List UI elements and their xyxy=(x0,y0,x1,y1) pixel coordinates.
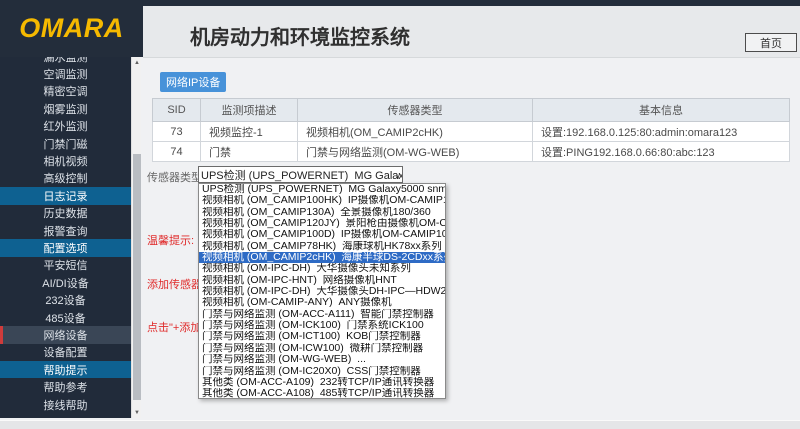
sidebar-item-device-config[interactable]: 设备配置 xyxy=(0,344,131,361)
table-cell-sensor-type: 视频相机(OM_CAMIP2cHK) xyxy=(298,122,533,142)
dropdown-option[interactable]: 门禁与网络监测 (OM-ICW100) 微耕门禁控制器 xyxy=(199,343,445,354)
sidebar-item-485-device[interactable]: 485设备 xyxy=(0,309,131,326)
dropdown-option[interactable]: 门禁与网络监测 (OM-ICK100) 门禁系统ICK100 xyxy=(199,320,445,331)
sidebar-item-advanced-control[interactable]: 高级控制 xyxy=(0,170,131,187)
sidebar-item-precision-ac[interactable]: 精密空调 xyxy=(0,83,131,100)
chevron-down-icon: ∨ xyxy=(395,171,401,180)
dropdown-option[interactable]: 视频相机 (OM_CAMIP100HK) IP摄像机OM-CAMIP100HK xyxy=(199,195,445,206)
network-ip-device-button[interactable]: 网络IP设备 xyxy=(160,72,226,92)
dropdown-option[interactable]: 门禁与网络监测 (OM-ICT100) KOB门禁控制器 xyxy=(199,331,445,342)
table-cell-sensor-type: 门禁与网络监测(OM-WG-WEB) xyxy=(298,142,533,162)
sidebar-item-safety-sms[interactable]: 平安短信 xyxy=(0,257,131,274)
table-cell-description: 视频监控-1 xyxy=(201,122,298,142)
sidebar-item-infrared[interactable]: 红外监测 xyxy=(0,118,131,135)
sidebar-item-access-door[interactable]: 门禁门磁 xyxy=(0,135,131,152)
table-cell-sid: 74 xyxy=(153,142,201,162)
sidebar-item-alarm-query[interactable]: 报警查询 xyxy=(0,222,131,239)
table-row[interactable]: 74 门禁 门禁与网络监测(OM-WG-WEB) 设置:PING192.168.… xyxy=(153,142,790,162)
sidebar-item-history-data[interactable]: 历史数据 xyxy=(0,205,131,222)
column-header-basic-info: 基本信息 xyxy=(533,99,790,122)
table-cell-basic-info: 设置:192.168.0.125:80:admin:omara123 xyxy=(533,122,790,142)
sidebar-item-ai-di-device[interactable]: AI/DI设备 xyxy=(0,274,131,291)
column-header-sid: SID xyxy=(153,99,201,122)
device-table: SID 监测项描述 传感器类型 基本信息 73 视频监控-1 视频相机(OM_C… xyxy=(152,98,790,162)
sidebar-menu: 漏水监测 空调监测 精密空调 烟雾监测 红外监测 门禁门磁 相机视频 高级控制 … xyxy=(0,57,131,413)
sensor-type-label: 传感器类型: xyxy=(147,169,205,185)
scroll-up-icon[interactable]: ▲ xyxy=(132,57,142,68)
sidebar-item-air-conditioning[interactable]: 空调监测 xyxy=(0,65,131,82)
sidebar-item-network-device[interactable]: 网络设备 xyxy=(0,326,131,343)
dropdown-option[interactable]: 门禁与网络监测 (OM-ACC-A111) 智能门禁控制器 xyxy=(199,309,445,320)
table-cell-sid: 73 xyxy=(153,122,201,142)
table-row[interactable]: 73 视频监控-1 视频相机(OM_CAMIP2cHK) 设置:192.168.… xyxy=(153,122,790,142)
sidebar-section-help-tips[interactable]: 帮助提示 xyxy=(0,361,131,378)
sensor-type-dropdown: UPS检测 (UPS_POWERNET) MG Galaxy5000 snmp … xyxy=(198,183,446,399)
dropdown-option[interactable]: 视频相机 (OM-IPC-HNT) 网络摄像机HNT xyxy=(199,275,445,286)
sensor-type-select[interactable]: UPS检测 (UPS_POWERNET) MG Galaxy5000 s ∨ xyxy=(198,166,403,183)
logo: OMARA xyxy=(0,0,143,57)
dropdown-option[interactable]: UPS检测 (UPS_POWERNET) MG Galaxy5000 snmp xyxy=(199,184,445,195)
dropdown-option[interactable]: 视频相机 (OM-IPC-DH) 大华摄像头DH-IPC—HDW2221C xyxy=(199,286,445,297)
dropdown-option[interactable]: 视频相机 (OM_CAMIP130A) 全景摄像机180/360 xyxy=(199,207,445,218)
dropdown-option[interactable]: 其他类 (OM-ACC-A109) 232转TCP/IP通讯转换器 xyxy=(199,377,445,388)
table-cell-basic-info: 设置:PING192.168.0.66:80:abc:123 xyxy=(533,142,790,162)
dropdown-option[interactable]: 其他类 (OM-ACC-A108) 485转TCP/IP通讯转换器 xyxy=(199,388,445,398)
sidebar: 漏水监测 空调监测 精密空调 烟雾监测 红外监测 门禁门磁 相机视频 高级控制 … xyxy=(0,57,131,418)
dropdown-option[interactable]: 视频相机 (OM_CAMIP100D) IP摄像机OM-CAMIP100D 大架… xyxy=(199,229,445,240)
sidebar-item-camera-video[interactable]: 相机视频 xyxy=(0,152,131,169)
sidebar-section-config-options[interactable]: 配置选项 xyxy=(0,239,131,256)
column-header-description: 监测项描述 xyxy=(201,99,298,122)
scrollbar-thumb[interactable] xyxy=(133,154,141,400)
sidebar-item-help-reference[interactable]: 帮助参考 xyxy=(0,378,131,395)
dropdown-option[interactable]: 视频相机 (OM-CAMIP-ANY) ANY摄像机 xyxy=(199,297,445,308)
scroll-down-icon[interactable]: ▼ xyxy=(132,407,142,418)
sidebar-scrollbar[interactable]: ▲ ▼ xyxy=(131,57,141,418)
sidebar-item-water-leak[interactable]: 漏水监测 xyxy=(0,57,131,65)
dropdown-option[interactable]: 视频相机 (OM-IPC-DH) 大华摄像头未知系列 xyxy=(199,263,445,274)
sidebar-section-log-record[interactable]: 日志记录 xyxy=(0,187,131,204)
column-header-sensor-type: 传感器类型 xyxy=(298,99,533,122)
dropdown-option[interactable]: 门禁与网络监测 (OM-WG-WEB) ... xyxy=(199,354,445,365)
dropdown-option[interactable]: 视频相机 (OM_CAMIP78HK) 海康球机HK78xx系列 xyxy=(199,241,445,252)
sidebar-item-smoke[interactable]: 烟雾监测 xyxy=(0,100,131,117)
home-button[interactable]: 首页 xyxy=(745,33,797,52)
sidebar-item-232-device[interactable]: 232设备 xyxy=(0,291,131,308)
sidebar-item-wiring-help[interactable]: 接线帮助 xyxy=(0,396,131,413)
table-cell-description: 门禁 xyxy=(201,142,298,162)
sensor-type-select-value: UPS检测 (UPS_POWERNET) MG Galaxy5000 s xyxy=(201,167,403,183)
page-title: 机房动力和环境监控系统 xyxy=(190,21,410,50)
table-header-row: SID 监测项描述 传感器类型 基本信息 xyxy=(153,99,790,122)
dropdown-option[interactable]: 视频相机 (OM_CAMIP120JY) 景阳枪由摄像机OM-CAMIP120J… xyxy=(199,218,445,229)
logo-text: OMARA xyxy=(19,13,124,44)
dropdown-option[interactable]: 门禁与网络监测 (OM-IC20X0) CSS门禁控制器 xyxy=(199,366,445,377)
dropdown-option-selected[interactable]: 视频相机 (OM_CAMIP2cHK) 海康半球DS-2CDxx系列 xyxy=(199,252,445,263)
